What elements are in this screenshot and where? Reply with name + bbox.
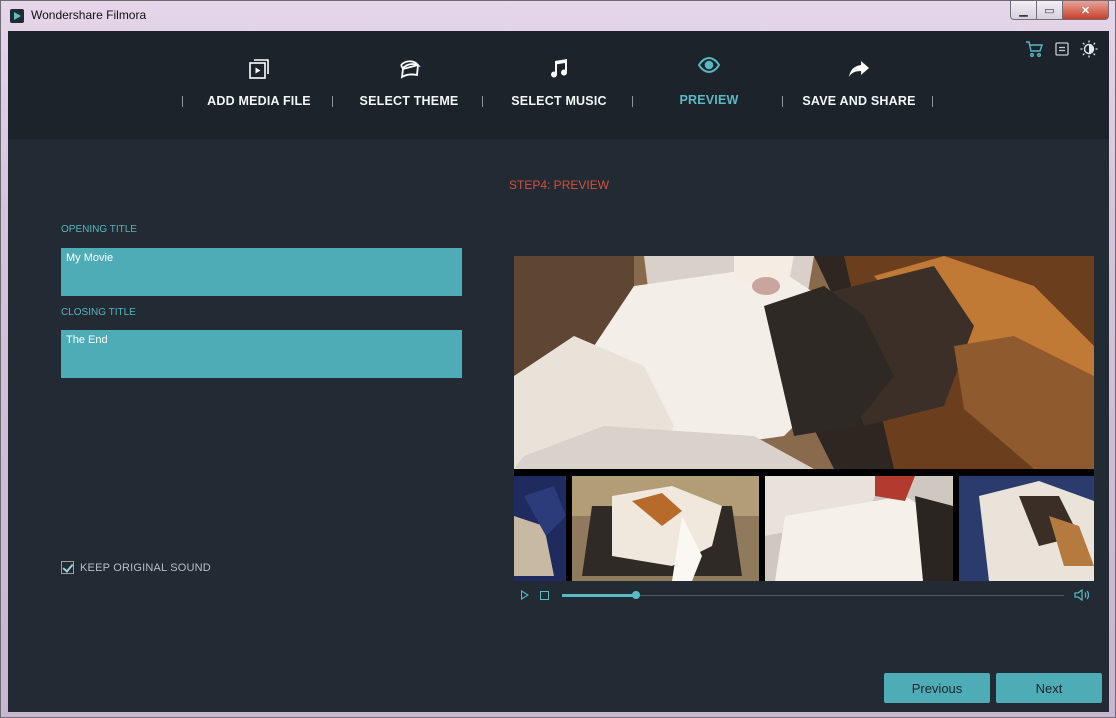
play-icon[interactable] — [521, 590, 529, 600]
film-thumbnail[interactable] — [765, 476, 953, 581]
nav-separator — [182, 96, 183, 107]
filmora-logo-icon — [10, 9, 24, 23]
nav-save-and-share[interactable]: SAVE AND SHARE — [784, 31, 934, 139]
eye-icon — [697, 56, 721, 74]
title-bar: Wondershare Filmora ▁ ▭ ✕ — [1, 1, 1115, 31]
progress-handle[interactable] — [632, 591, 640, 599]
step-title: STEP4: PREVIEW — [509, 178, 610, 192]
cart-icon[interactable] — [1025, 40, 1043, 58]
maximize-button[interactable]: ▭ — [1037, 1, 1063, 20]
opening-title-label: OPENING TITLE — [61, 224, 137, 235]
window-controls: ▁ ▭ ✕ — [1010, 1, 1109, 20]
player-controls — [514, 585, 1094, 605]
nav-label-preview: PREVIEW — [679, 93, 739, 107]
film-thumbnail[interactable] — [572, 476, 759, 581]
media-file-icon — [249, 59, 269, 79]
film-thumbnail[interactable] — [514, 476, 566, 581]
nav-select-music[interactable]: SELECT MUSIC — [484, 31, 634, 139]
menu-icon[interactable] — [1053, 40, 1071, 58]
app-window: Wondershare Filmora ▁ ▭ ✕ ADD MEDIA FILE… — [0, 0, 1116, 718]
window-title: Wondershare Filmora — [31, 8, 147, 22]
nav-label-select-music: SELECT MUSIC — [511, 94, 607, 108]
minimize-button[interactable]: ▁ — [1010, 1, 1037, 20]
nav-separator — [332, 96, 333, 107]
share-arrow-icon — [849, 61, 869, 77]
nav-add-media-file[interactable]: ADD MEDIA FILE — [184, 31, 334, 139]
closing-title-input[interactable]: The End — [61, 330, 462, 378]
nav-label-save-share: SAVE AND SHARE — [802, 94, 916, 108]
progress-fill — [562, 594, 636, 597]
music-icon — [551, 59, 568, 78]
nav-select-theme[interactable]: SELECT THEME — [334, 31, 484, 139]
close-button[interactable]: ✕ — [1063, 1, 1109, 20]
nav-separator — [932, 96, 933, 107]
video-preview[interactable] — [514, 256, 1094, 469]
next-button[interactable]: Next — [996, 673, 1102, 703]
filmstrip — [514, 469, 1094, 581]
opening-title-input[interactable]: My Movie — [61, 248, 462, 296]
theme-icon — [400, 60, 421, 79]
nav-separator — [782, 96, 783, 107]
nav-separator — [482, 96, 483, 107]
stop-icon[interactable] — [540, 591, 549, 600]
step-navigation: ADD MEDIA FILE SELECT THEME SELECT MUSIC — [8, 31, 1109, 139]
nav-preview[interactable]: PREVIEW — [634, 31, 784, 139]
nav-label-add-media: ADD MEDIA FILE — [207, 94, 311, 108]
main-client-area: ADD MEDIA FILE SELECT THEME SELECT MUSIC — [8, 31, 1109, 712]
nav-separator — [632, 96, 633, 107]
theme-toggle-icon[interactable] — [1080, 40, 1098, 58]
keep-original-sound-label: KEEP ORIGINAL SOUND — [80, 561, 211, 574]
keep-original-sound-checkbox[interactable] — [61, 561, 74, 574]
volume-icon[interactable] — [1074, 588, 1092, 602]
closing-title-label: CLOSING TITLE — [61, 307, 136, 318]
film-thumbnail[interactable] — [959, 476, 1094, 581]
previous-button[interactable]: Previous — [884, 673, 990, 703]
keep-original-sound-row[interactable]: KEEP ORIGINAL SOUND — [61, 561, 211, 574]
nav-label-select-theme: SELECT THEME — [359, 94, 459, 108]
